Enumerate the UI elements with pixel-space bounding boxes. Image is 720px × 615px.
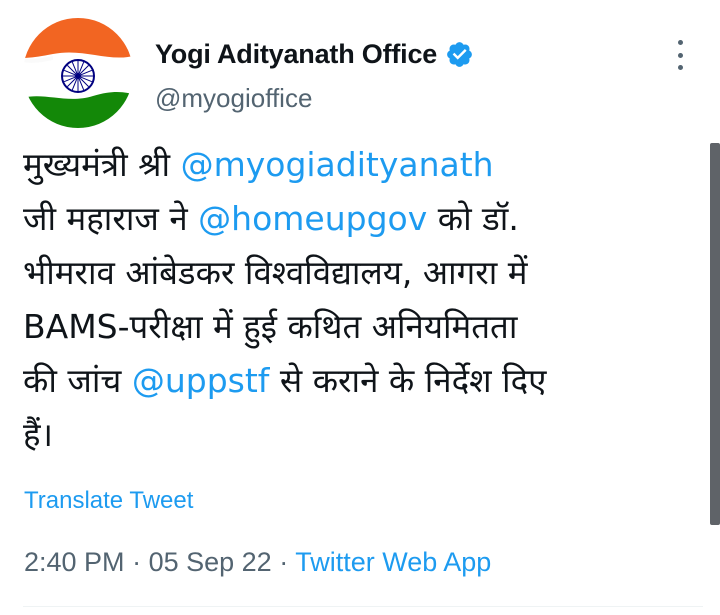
more-options-icon[interactable]: [670, 40, 690, 70]
avatar[interactable]: [23, 18, 133, 128]
more-dot: [677, 65, 683, 70]
tweet-text-segment: मुख्यमंत्री श्री: [23, 145, 181, 184]
display-name[interactable]: Yogi Adityanath Office: [155, 39, 437, 70]
tweet-text-segment: को डॉ.: [427, 199, 519, 238]
meta-separator: ·: [132, 547, 142, 577]
tweet-card: Yogi Adityanath Office @myogioffice मुख्…: [0, 0, 720, 615]
name-row: Yogi Adityanath Office: [155, 36, 474, 72]
tweet-time[interactable]: 2:40 PM: [24, 547, 125, 577]
verified-badge-icon: [447, 41, 473, 67]
tweet-text-segment: से कराने के निर्देश दिए: [269, 361, 547, 400]
divider: [23, 606, 703, 607]
tweet-text-segment: जी महाराज ने: [23, 199, 199, 238]
more-dot: [677, 52, 683, 58]
tweet-date[interactable]: 05 Sep 22: [149, 547, 272, 577]
indian-flag-avatar-icon: [23, 18, 133, 128]
tweet-meta: 2:40 PM · 05 Sep 22 · Twitter Web App: [24, 547, 491, 578]
mention-link[interactable]: @homeupgov: [198, 199, 427, 238]
scrollbar[interactable]: [710, 143, 720, 525]
more-dot: [677, 40, 683, 45]
handle[interactable]: @myogioffice: [155, 82, 474, 114]
mention-link[interactable]: @myogiadityanath: [181, 145, 494, 184]
tweet-text-segment: हैं।: [23, 415, 54, 454]
tweet-text-segment: BAMS-परीक्षा में हुई कथित अनियमितता: [23, 307, 518, 346]
tweet-text-segment: की जांच: [23, 361, 132, 400]
tweet-text: मुख्यमंत्री श्री @myogiadityanath जी महा…: [23, 138, 693, 462]
mention-link[interactable]: @uppstf: [132, 361, 270, 400]
author-block: Yogi Adityanath Office @myogioffice: [155, 36, 474, 114]
tweet-source[interactable]: Twitter Web App: [295, 547, 491, 577]
translate-tweet-link[interactable]: Translate Tweet: [24, 487, 193, 515]
tweet-text-segment: भीमराव आंबेडकर विश्वविद्यालय, आगरा में: [23, 253, 528, 292]
meta-separator: ·: [279, 547, 289, 577]
